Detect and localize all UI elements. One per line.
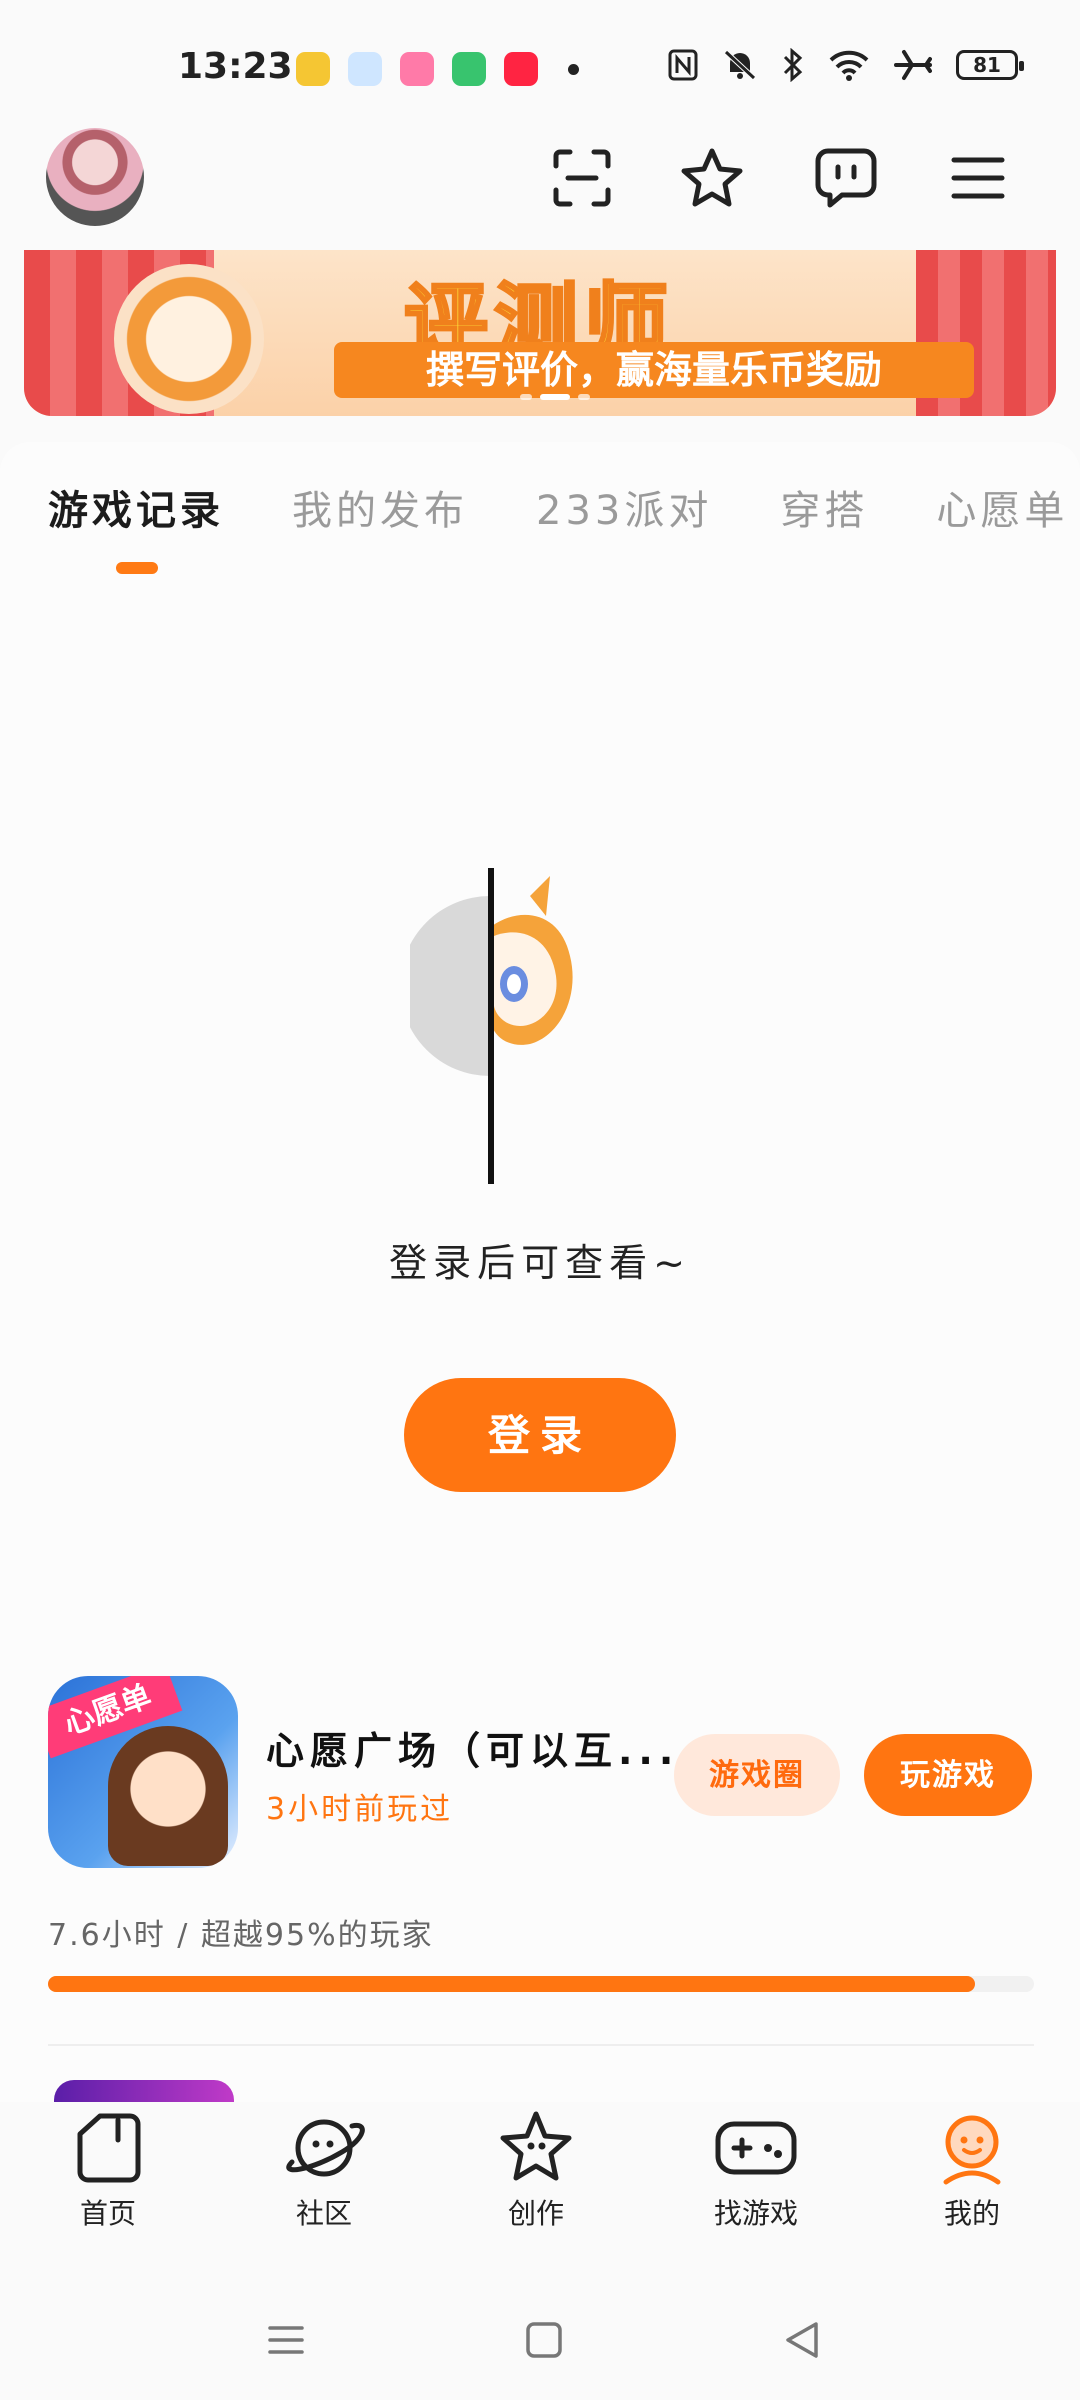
scan-icon <box>553 149 611 207</box>
nav-label-mine: 我的 <box>943 2197 1000 2230</box>
banner-dot <box>520 394 532 400</box>
banner-mascot-image <box>114 264 264 414</box>
planet-icon <box>286 2119 365 2177</box>
tab-my-posts[interactable]: 我的发布 <box>292 478 468 536</box>
playtime-progress-fill <box>48 1976 975 1992</box>
banner-dot-active <box>540 394 570 400</box>
xiaohongshu-icon <box>504 52 538 86</box>
peeking-mascot-illustration <box>410 868 573 1184</box>
chat-icon <box>815 148 877 208</box>
battery-icon: 81 <box>956 50 1024 80</box>
scan-button[interactable] <box>544 140 620 216</box>
game-title[interactable]: 心愿广场（可以互... <box>266 1720 679 1775</box>
home-icon <box>77 2113 141 2183</box>
square-home-icon <box>526 2322 562 2358</box>
status-bar: 13:23 81 <box>0 0 1080 140</box>
game-last-played: 3小时前玩过 <box>266 1792 454 1827</box>
nav-label-create: 创作 <box>507 2197 564 2230</box>
nav-label-find-games: 找游戏 <box>713 2197 798 2230</box>
tab-game-records[interactable]: 游戏记录 <box>48 478 224 536</box>
battery-level: 81 <box>973 53 1001 77</box>
nav-mine[interactable]: 我的 <box>902 2110 1042 2234</box>
user-avatar[interactable] <box>46 128 144 226</box>
profile-tabs: 游戏记录 我的发布 233派对 穿搭 心愿单 <box>48 478 1080 536</box>
menu-button[interactable] <box>940 140 1016 216</box>
menu-icon <box>951 157 1005 199</box>
more-notifications-dot <box>568 64 579 75</box>
promo-banner[interactable]: 评测师 撰写评价，赢海量乐币奖励 <box>24 250 1056 416</box>
gamepad-icon <box>715 2121 797 2175</box>
tab-wishlist[interactable]: 心愿单 <box>936 478 1068 536</box>
nav-community[interactable]: 社区 <box>254 2110 394 2234</box>
next-game-icon[interactable] <box>54 2080 234 2104</box>
banner-pagination <box>520 394 590 400</box>
home-system-button[interactable] <box>514 2310 574 2370</box>
recent-apps-icon <box>268 2326 304 2354</box>
star-create-icon <box>500 2111 572 2181</box>
tab-233-party[interactable]: 233派对 <box>536 478 712 536</box>
feather-app-icon <box>348 52 382 86</box>
messages-button[interactable] <box>808 140 884 216</box>
back-system-button[interactable] <box>772 2310 832 2370</box>
star-icon <box>681 148 743 207</box>
banner-subtitle: 撰写评价，赢海量乐币奖励 <box>334 342 974 398</box>
nav-create[interactable]: 创作 <box>466 2110 606 2234</box>
pink-app-icon <box>400 52 434 86</box>
nfc-icon <box>668 49 698 81</box>
playtime-stats: 7.6小时 / 超越95%的玩家 <box>48 1918 434 1953</box>
notification-icons <box>296 52 538 86</box>
recent-apps-button[interactable] <box>256 2310 316 2370</box>
mute-icon <box>724 50 756 80</box>
weibo-icon <box>296 52 330 86</box>
profile-icon <box>943 2115 1001 2185</box>
playtime-progress-bar <box>48 1976 1034 1992</box>
airplane-icon <box>894 50 932 80</box>
favorites-button[interactable] <box>674 140 750 216</box>
status-time: 13:23 <box>178 46 293 87</box>
wifi-icon <box>829 50 869 81</box>
nav-label-community: 社区 <box>295 2197 352 2230</box>
game-icon[interactable]: 心愿单 <box>48 1676 238 1868</box>
nav-find-games[interactable]: 找游戏 <box>686 2110 826 2234</box>
tab-indicator <box>116 562 158 574</box>
nav-label-home: 首页 <box>79 2197 136 2230</box>
bluetooth-icon <box>783 48 803 82</box>
divider <box>48 2044 1034 2046</box>
empty-state-message: 登录后可查看~ <box>389 1241 691 1285</box>
system-status-icons: 81 <box>668 48 1024 82</box>
back-triangle-icon <box>786 2322 818 2358</box>
play-game-button[interactable]: 玩游戏 <box>864 1734 1032 1816</box>
nav-home[interactable]: 首页 <box>38 2110 178 2234</box>
banner-dot <box>578 394 590 400</box>
video-app-icon <box>452 52 486 86</box>
login-button[interactable]: 登录 <box>404 1378 676 1492</box>
game-character-image <box>108 1726 228 1866</box>
tab-outfits[interactable]: 穿搭 <box>780 478 868 536</box>
game-circle-button[interactable]: 游戏圈 <box>674 1734 840 1816</box>
